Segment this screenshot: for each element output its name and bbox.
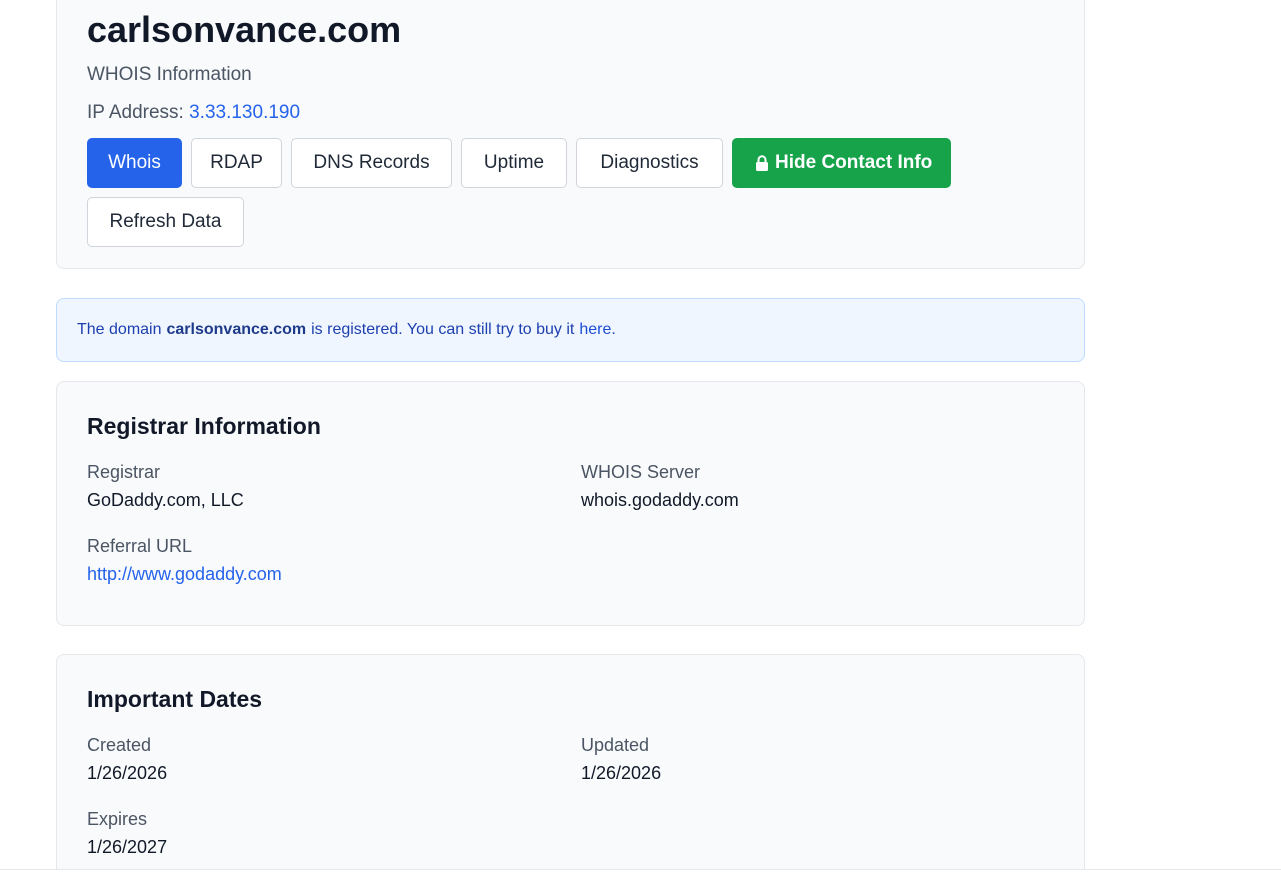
action-button-row: Whois RDAP DNS Records Uptime Diagnostic… <box>87 138 987 247</box>
ip-address-line: IP Address: 3.33.130.190 <box>87 101 1054 125</box>
notice-suffix: . <box>611 321 616 338</box>
referral-url-link[interactable]: http://www.godaddy.com <box>87 560 581 588</box>
whois-tab-button[interactable]: Whois <box>87 138 182 188</box>
hide-contact-info-button[interactable]: Hide Contact Info <box>732 138 952 188</box>
updated-value: 1/26/2026 <box>581 763 662 783</box>
updated-field: Updated 1/26/2026 <box>581 733 1054 787</box>
referral-url-label: Referral URL <box>87 536 193 556</box>
whois-server-field: WHOIS Server whois.godaddy.com <box>581 460 1054 514</box>
registrar-section-title: Registrar Information <box>87 413 321 439</box>
dns-records-tab-button[interactable]: DNS Records <box>291 138 452 188</box>
notice-domain: carlsonvance.com <box>166 321 307 338</box>
uptime-tab-button[interactable]: Uptime <box>461 138 567 188</box>
buy-domain-link[interactable]: here <box>579 321 611 339</box>
notice-middle: is registered. You can still try to buy … <box>311 321 575 338</box>
registrar-field: Registrar GoDaddy.com, LLC <box>87 460 581 514</box>
registration-notice: The domain carlsonvance.com is registere… <box>56 298 1085 362</box>
ip-address-value[interactable]: 3.33.130.190 <box>189 102 300 123</box>
ip-address-label: IP Address: <box>87 102 184 123</box>
page-subtitle: WHOIS Information <box>87 64 252 85</box>
diagnostics-tab-button[interactable]: Diagnostics <box>576 138 723 188</box>
dates-fields: Created 1/26/2026 Updated 1/26/2026 Expi… <box>87 733 1054 861</box>
registrar-value: GoDaddy.com, LLC <box>87 490 244 510</box>
created-field: Created 1/26/2026 <box>87 733 581 787</box>
expires-value: 1/26/2027 <box>87 837 168 857</box>
updated-label: Updated <box>581 735 650 755</box>
expires-field: Expires 1/26/2027 <box>87 807 581 861</box>
page: carlsonvance.com WHOIS Information IP Ad… <box>0 0 1281 874</box>
created-value: 1/26/2026 <box>87 763 168 783</box>
page-title: carlsonvance.com <box>87 9 402 50</box>
registrar-label: Registrar <box>87 462 161 482</box>
dates-section-title: Important Dates <box>87 686 263 712</box>
created-label: Created <box>87 735 152 755</box>
referral-url-field: Referral URL http://www.godaddy.com <box>87 534 581 588</box>
rdap-tab-button[interactable]: RDAP <box>191 138 282 188</box>
domain-header-card: carlsonvance.com WHOIS Information IP Ad… <box>56 0 1085 269</box>
registrar-information-card: Registrar Information Registrar GoDaddy.… <box>56 381 1085 626</box>
registrar-fields: Registrar GoDaddy.com, LLC WHOIS Server … <box>87 460 1054 588</box>
hide-contact-info-label: Hide Contact Info <box>775 152 933 173</box>
refresh-data-button[interactable]: Refresh Data <box>87 197 244 247</box>
page-bottom-edge <box>0 869 1281 874</box>
important-dates-card: Important Dates Created 1/26/2026 Update… <box>56 654 1085 874</box>
whois-server-value: whois.godaddy.com <box>581 490 739 510</box>
lock-icon <box>756 155 768 171</box>
whois-server-label: WHOIS Server <box>581 462 701 482</box>
notice-prefix: The domain <box>77 321 162 338</box>
expires-label: Expires <box>87 809 148 829</box>
